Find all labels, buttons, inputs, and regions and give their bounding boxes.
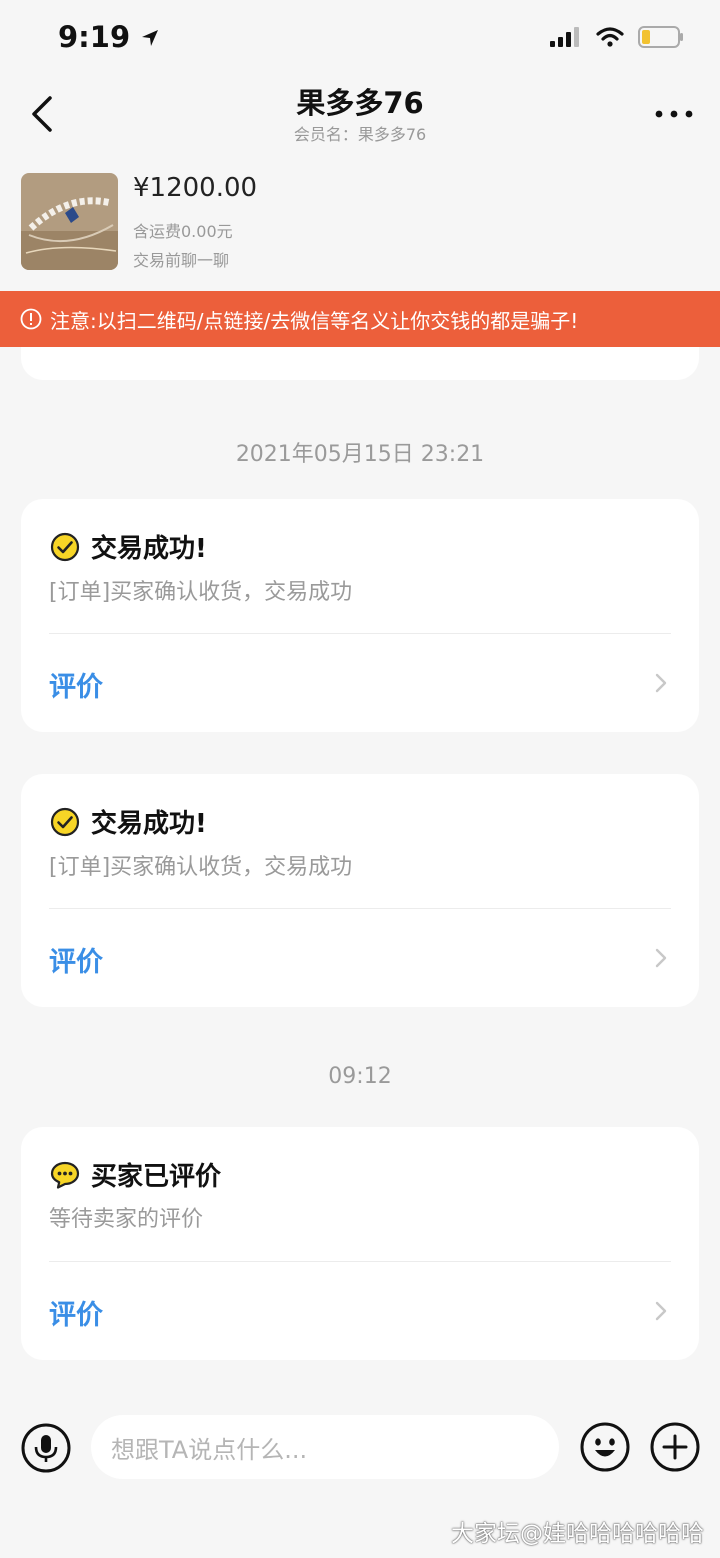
wifi-icon [596,27,624,47]
card-description: [订单]买家确认收货，交易成功 [49,855,353,880]
review-button[interactable]: 评价 [49,665,103,704]
shipping-fee: 含运费0.00元 [133,222,233,241]
watermark: 大家坛@娃哈哈哈哈哈哈 [451,1521,704,1547]
more-options-icon[interactable] [654,106,694,122]
divider [49,633,671,634]
status-time: 9:19 [58,20,160,54]
buyer-reviewed-card: 买家已评价 等待卖家的评价 评价 [21,1127,699,1360]
message-timestamp: 09:12 [328,1064,392,1089]
location-arrow-icon [142,30,159,46]
cellular-signal-icon [550,27,579,47]
fraud-warning-banner: 注意:以扫二维码/点链接/去微信等名义让你交钱的都是骗子! [0,291,720,347]
card-title: 交易成功! [91,534,207,564]
chat-before-trade[interactable]: 交易前聊一聊 [133,247,229,271]
chevron-right-icon[interactable] [653,946,669,970]
warning-text: 注意:以扫二维码/点链接/去微信等名义让你交钱的都是骗子! [50,308,579,333]
trade-success-card: 交易成功! [订单]买家确认收货，交易成功 评价 [21,499,699,732]
status-indicators [550,26,684,48]
card-description: 等待卖家的评价 [49,1207,204,1232]
emoji-button[interactable] [580,1422,630,1472]
review-button[interactable]: 评价 [49,1293,103,1332]
message-input[interactable]: 想跟TA说点什么... [91,1415,559,1479]
checkmark-circle-icon [50,532,80,561]
message-timestamp: 2021年05月15日 23:21 [235,442,485,467]
trade-success-card: 交易成功! [订单]买家确认收货，交易成功 评价 [21,774,699,1007]
product-price: ¥1200.00 [133,173,258,203]
input-placeholder: 想跟TA说点什么... [111,1435,308,1464]
divider [49,1261,671,1262]
card-description: [订单]买家确认收货，交易成功 [49,580,353,605]
add-button[interactable] [650,1422,700,1472]
battery-low-icon [638,26,683,48]
member-name: 会员名：果多多76 [293,125,427,144]
microphone-button[interactable] [21,1423,71,1473]
chevron-right-icon[interactable] [653,671,669,695]
chevron-right-icon[interactable] [653,1299,669,1323]
chat-bubble-icon [50,1161,80,1189]
card-title: 买家已评价 [91,1162,222,1192]
warning-circle-icon [20,308,42,330]
review-button[interactable]: 评价 [49,940,103,979]
product-thumbnail[interactable] [21,173,118,270]
divider [49,908,671,909]
card-title: 交易成功! [91,809,207,839]
checkmark-circle-icon [50,807,80,836]
page-title: 果多多76 [296,86,424,120]
